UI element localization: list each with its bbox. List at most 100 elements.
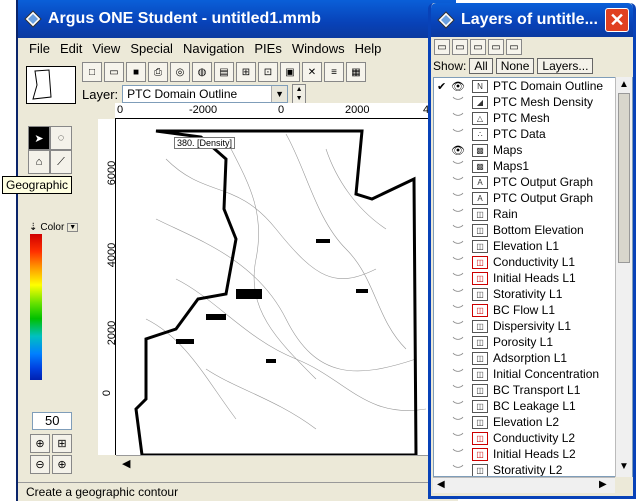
layer-check-icon[interactable]: ✔ <box>437 80 447 93</box>
eye-icon[interactable]: ︶ <box>447 286 469 302</box>
layer-row[interactable]: ︶ ∴ PTC Data <box>434 126 632 142</box>
arrow-down-icon[interactable]: ▼ <box>619 461 629 472</box>
map-canvas[interactable] <box>116 119 450 455</box>
layer-row[interactable]: ︶ ◫ Elevation L2 <box>434 414 632 430</box>
layer-row[interactable]: ︶ ◫ Adsorption L1 <box>434 350 632 366</box>
eye-icon[interactable]: ︶ <box>447 398 469 414</box>
eye-icon[interactable]: ︶ <box>447 110 469 126</box>
close-icon[interactable]: ✕ <box>605 8 629 32</box>
arrow-right-icon[interactable]: ▶ <box>599 479 607 490</box>
xy-icon[interactable]: ✕ <box>302 62 322 82</box>
chevron-down-icon[interactable]: ▼ <box>271 86 288 102</box>
layer-list-vertical-scrollbar[interactable]: ▲ ▼ <box>615 77 632 477</box>
overview-preview[interactable] <box>26 66 76 104</box>
eye-icon[interactable]: ︶ <box>447 302 469 318</box>
eye-icon[interactable]: ︶ <box>447 462 469 476</box>
arrow-down-icon[interactable]: ▼ <box>296 95 303 102</box>
export-icon[interactable]: ▦ <box>346 62 366 82</box>
layer-row[interactable]: ︶ ◫ Elevation L1 <box>434 238 632 254</box>
layer-row[interactable]: ︶ ◫ Porosity L1 <box>434 334 632 350</box>
zoom-in-icon[interactable]: ⊕ <box>52 455 72 474</box>
menu-file[interactable]: File <box>29 41 50 56</box>
open-file-icon[interactable]: ▭ <box>104 62 124 82</box>
layers-stack-icon[interactable]: ≡ <box>324 62 344 82</box>
layer-row[interactable]: ︶ ◫ Initial Heads L2 <box>434 446 632 462</box>
layer-copy-icon[interactable]: ▭ <box>470 39 486 55</box>
book-icon[interactable]: ▤ <box>214 62 234 82</box>
layers-dialog-button[interactable]: Layers... <box>537 58 594 74</box>
show-all-button[interactable]: All <box>469 58 493 74</box>
eye-icon[interactable]: ︶ <box>447 382 469 398</box>
pointer-tool-icon[interactable]: ➤ <box>28 126 50 150</box>
fit-icon[interactable]: ⊡ <box>258 62 278 82</box>
arrow-left-icon[interactable]: ◀ <box>122 457 130 470</box>
layer-row[interactable]: ︶ ◫ Conductivity L2 <box>434 430 632 446</box>
layer-row[interactable]: ︶ ◫ Storativity L1 <box>434 286 632 302</box>
menu-help[interactable]: Help <box>355 41 382 56</box>
layer-row[interactable]: ︶ ◫ Initial Heads L1 <box>434 270 632 286</box>
zoom-magnify-icon[interactable]: ⊕ <box>30 434 50 453</box>
menu-view[interactable]: View <box>92 41 120 56</box>
geographic-tool-icon[interactable]: ⌂ <box>28 150 50 174</box>
layer-type-icon[interactable]: ▭ <box>452 39 468 55</box>
eye-icon[interactable]: ︶ <box>447 94 469 110</box>
layer-row[interactable]: ︶ A PTC Output Graph <box>434 190 632 206</box>
zoom-out-icon[interactable]: ⊖ <box>30 455 50 474</box>
layer-row[interactable]: ︶ ◫ Storativity L2 <box>434 462 632 476</box>
eye-icon[interactable]: ︶ <box>447 238 469 254</box>
layer-row[interactable]: ︶ △ PTC Mesh <box>434 110 632 126</box>
show-none-button[interactable]: None <box>495 58 535 74</box>
layer-blank-icon[interactable]: ▭ <box>506 39 522 55</box>
layer-row[interactable]: ︶ A PTC Output Graph <box>434 174 632 190</box>
layer-row[interactable]: ✔ 👁 N PTC Domain Outline <box>434 78 632 94</box>
eye-icon[interactable]: ︶ <box>447 334 469 350</box>
zoom-value[interactable]: 50 <box>32 412 72 430</box>
layer-row[interactable]: ︶ ◢ PTC Mesh Density <box>434 94 632 110</box>
eye-icon[interactable]: ︶ <box>447 270 469 286</box>
color-selector[interactable]: ⇣ Color ▼ <box>29 222 79 233</box>
layer-delete-icon[interactable]: ▭ <box>488 39 504 55</box>
eye-icon[interactable]: ︶ <box>447 414 469 430</box>
layer-row[interactable]: ︶ ◫ Initial Concentration <box>434 366 632 382</box>
arrow-left-icon[interactable]: ◀ <box>437 479 445 490</box>
grid-icon[interactable]: ⊞ <box>236 62 256 82</box>
save-icon[interactable]: ■ <box>126 62 146 82</box>
scroll-thumb[interactable] <box>618 93 630 263</box>
menu-navigation[interactable]: Navigation <box>183 41 244 56</box>
chevron-down-icon[interactable]: ▼ <box>67 223 79 232</box>
arrow-up-icon[interactable]: ▲ <box>296 86 303 93</box>
layers-title-bar[interactable]: Layers of untitle... ✕ <box>431 3 633 37</box>
window-icon[interactable]: ▣ <box>280 62 300 82</box>
map-horizontal-scrollbar[interactable]: ◀ <box>116 455 450 473</box>
menu-special[interactable]: Special <box>130 41 173 56</box>
layer-row[interactable]: ︶ ◫ BC Flow L1 <box>434 302 632 318</box>
layer-row[interactable]: 👁 ▩ Maps <box>434 142 632 158</box>
layer-row[interactable]: ︶ ◫ Conductivity L1 <box>434 254 632 270</box>
eye-icon[interactable]: ︶ <box>447 254 469 270</box>
layer-row[interactable]: ︶ ◫ Rain <box>434 206 632 222</box>
eye-icon[interactable]: ︶ <box>447 222 469 238</box>
print-icon[interactable]: ⎙ <box>148 62 168 82</box>
lasso-tool-icon[interactable]: ◌ <box>50 126 72 150</box>
eye-icon[interactable]: ︶ <box>447 126 469 142</box>
layer-list-horizontal-scrollbar[interactable]: ◀ ▶ <box>433 477 615 493</box>
line-tool-icon[interactable]: ⟋ <box>50 150 72 174</box>
eye-icon[interactable]: ︶ <box>447 158 469 174</box>
menu-windows[interactable]: Windows <box>292 41 345 56</box>
eye-icon[interactable]: ︶ <box>447 206 469 222</box>
new-layer-icon[interactable]: ▭ <box>434 39 450 55</box>
eye-icon[interactable]: ︶ <box>447 366 469 382</box>
find-icon[interactable]: ◎ <box>170 62 190 82</box>
layer-row[interactable]: ︶ ◫ BC Leakage L1 <box>434 398 632 414</box>
layer-dropdown[interactable]: PTC Domain Outline ▼ <box>122 85 289 103</box>
eye-icon[interactable]: ︶ <box>447 174 469 190</box>
layer-spinner[interactable]: ▲ ▼ <box>292 84 307 104</box>
eye-icon[interactable]: ︶ <box>447 318 469 334</box>
menu-pies[interactable]: PIEs <box>254 41 281 56</box>
eye-icon[interactable]: ︶ <box>447 350 469 366</box>
layer-row[interactable]: ︶ ▩ Maps1 <box>434 158 632 174</box>
new-file-icon[interactable]: □ <box>82 62 102 82</box>
layer-row[interactable]: ︶ ◫ BC Transport L1 <box>434 382 632 398</box>
arrow-up-icon[interactable]: ▲ <box>619 79 629 90</box>
zoom-window-icon[interactable]: ⊞ <box>52 434 72 453</box>
